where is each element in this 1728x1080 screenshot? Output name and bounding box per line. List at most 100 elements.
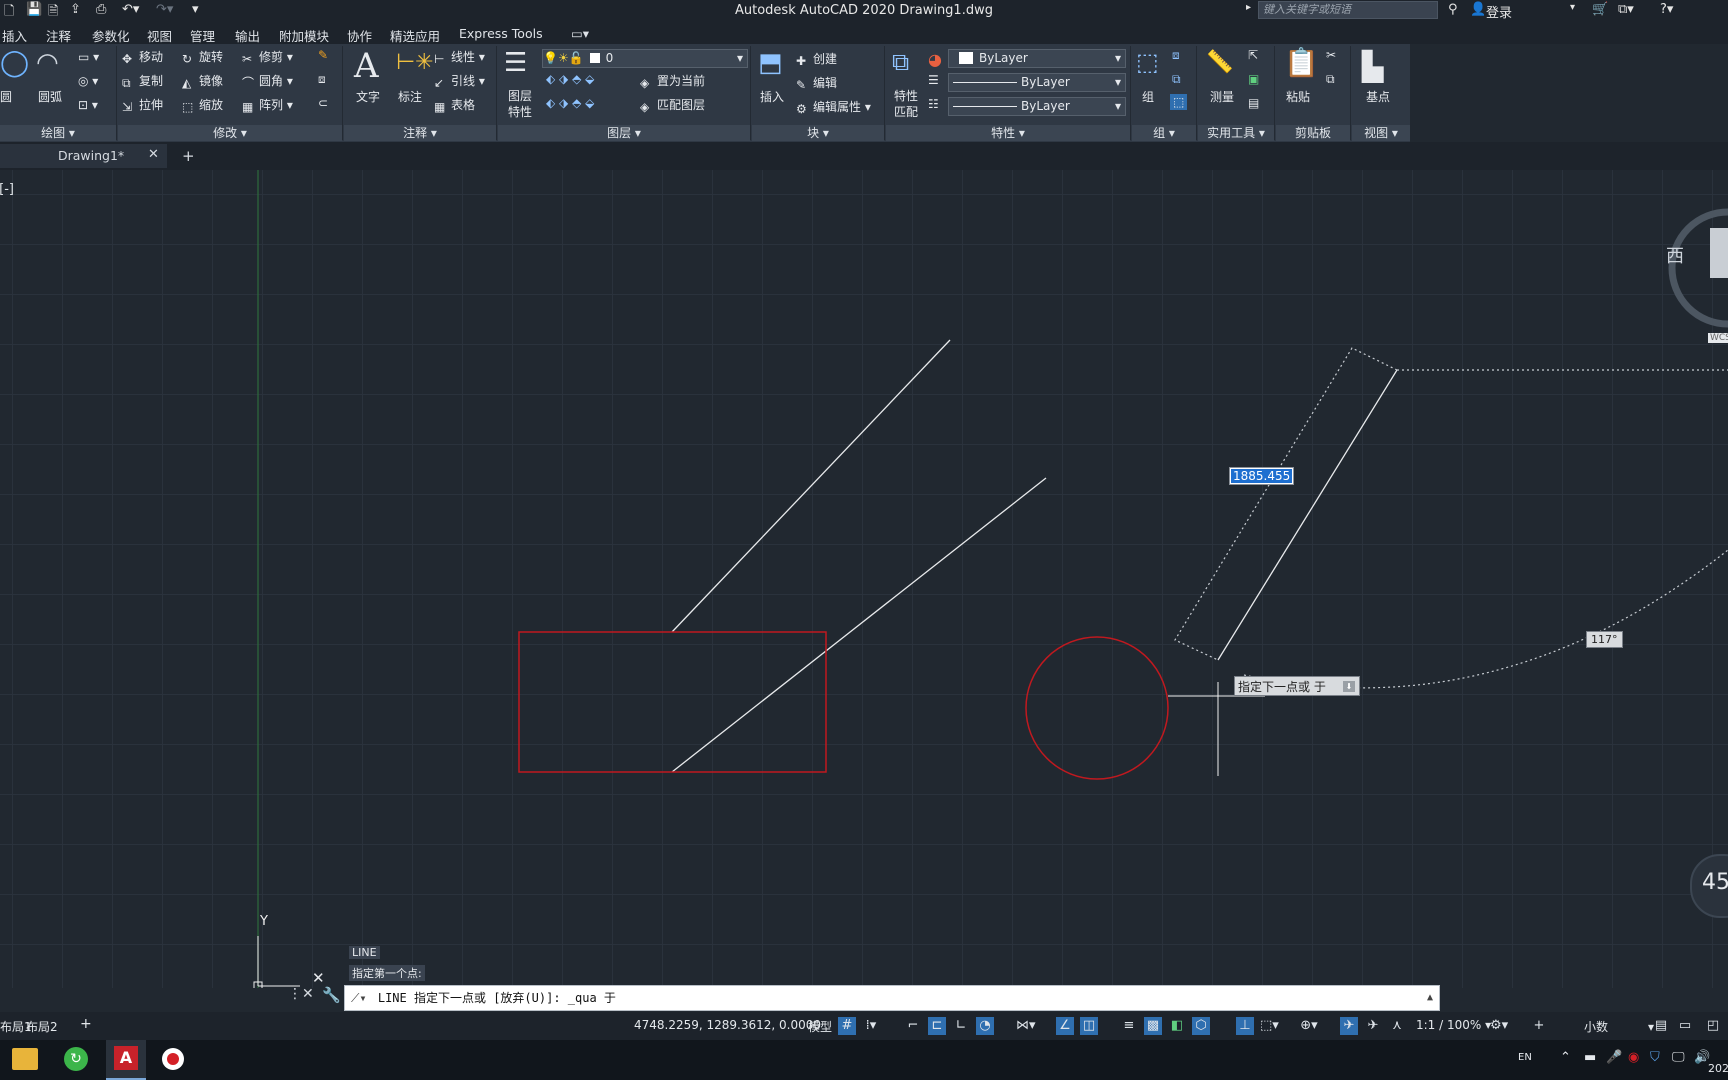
trim-button[interactable]: ✂ 修剪 ▾: [242, 48, 293, 66]
infer-constraints-icon[interactable]: ⌐: [904, 1017, 922, 1035]
model-space-toggle[interactable]: 模型: [808, 1018, 832, 1035]
close-icon[interactable]: ✕: [312, 969, 325, 987]
leader-button[interactable]: ↙ 引线 ▾: [434, 72, 485, 90]
text-button[interactable]: 文字: [356, 88, 380, 105]
snap-icon[interactable]: ⁞▾: [862, 1017, 880, 1035]
rectangle-entity[interactable]: [518, 631, 827, 773]
tab-featured-apps[interactable]: 精选应用: [390, 26, 440, 45]
dimension-button[interactable]: 标注: [398, 88, 422, 105]
layer-properties-icon[interactable]: ☰: [504, 48, 527, 78]
dynamic-input-icon[interactable]: ⊏: [928, 1017, 946, 1035]
dynamic-ucs-icon[interactable]: ⊥: [1236, 1017, 1254, 1035]
close-icon[interactable]: ✕: [148, 147, 159, 162]
a360-icon[interactable]: ⧉▾: [1618, 2, 1634, 17]
copy-clip-icon[interactable]: ⧉: [1326, 72, 1335, 87]
layer-tools-row1-icon[interactable]: ⬖ ⬗ ⬘ ⬙: [546, 72, 594, 86]
set-current-button[interactable]: ◈ 置为当前: [640, 72, 705, 90]
transparency-icon[interactable]: ▩: [1144, 1017, 1162, 1035]
cut-icon[interactable]: ✂: [1326, 48, 1336, 62]
units-dropdown[interactable]: 小数 ▾: [1584, 1018, 1654, 1035]
circle-entity[interactable]: [1025, 636, 1169, 780]
group-icon[interactable]: ⬚: [1136, 48, 1159, 76]
linear-button[interactable]: ⊢ 线性 ▾: [434, 48, 485, 66]
layer-properties-button[interactable]: 图层 特性: [504, 88, 536, 120]
ribbon-toggle-icon[interactable]: ▭▾: [571, 26, 589, 41]
login-link[interactable]: 登录: [1486, 2, 1512, 21]
group-button[interactable]: 组: [1142, 88, 1154, 105]
drawing-canvas[interactable]: [-][俯视][二维线框] 西 WCS 1885.455 117° 指定下一点或…: [0, 170, 1728, 988]
groups-panel-title[interactable]: 组 ▾: [1132, 125, 1196, 141]
network-icon[interactable]: 🖵: [1672, 1050, 1685, 1065]
clean-screen-icon[interactable]: ◰: [1704, 1017, 1722, 1035]
annotation-scale-icon[interactable]: ⋏: [1388, 1017, 1406, 1035]
clipboard-panel-title[interactable]: 剪贴板: [1276, 125, 1350, 141]
match-layer-button[interactable]: ◈ 匹配图层: [640, 96, 705, 114]
distance-input-box[interactable]: 1885.455: [1229, 467, 1295, 485]
wrench-icon[interactable]: 🔧: [322, 986, 341, 1004]
file-explorer-icon[interactable]: [12, 1048, 38, 1070]
annotation-panel-title[interactable]: 注释 ▾: [344, 125, 496, 141]
stretch-button[interactable]: ⇲ 拉伸: [122, 96, 163, 114]
grid-icon[interactable]: #: [838, 1017, 856, 1035]
tab-output[interactable]: 输出: [235, 26, 260, 45]
layer-tools-row2-icon[interactable]: ⬖ ⬗ ⬘ ⬙: [546, 96, 594, 110]
layout-tab-2[interactable]: 布局2: [26, 1018, 58, 1035]
layer-dropdown[interactable]: 💡☀🔓 0 ▾: [542, 49, 748, 68]
move-button[interactable]: ✥ 移动: [122, 48, 163, 66]
tab-annotate[interactable]: 注释: [46, 26, 71, 45]
autocad-taskbar-button[interactable]: A: [106, 1040, 146, 1080]
tray-expand-icon[interactable]: ⌃: [1560, 1050, 1571, 1065]
calculator-icon[interactable]: ▤: [1248, 96, 1259, 110]
help-icon[interactable]: ?▾: [1660, 2, 1673, 17]
circle-icon[interactable]: ◯: [0, 48, 29, 78]
annotation-monitor-icon[interactable]: +: [1530, 1017, 1548, 1035]
workspace-gear-icon[interactable]: ⚙▾: [1490, 1017, 1508, 1035]
measure-button[interactable]: 测量: [1210, 88, 1234, 105]
microphone-icon[interactable]: 🎤: [1606, 1050, 1622, 1065]
arc-button[interactable]: 圆弧: [38, 88, 62, 105]
edit-attributes-button[interactable]: ⚙ 编辑属性 ▾: [796, 98, 871, 116]
coordinates-readout[interactable]: 4748.2259, 1289.3612, 0.0000: [634, 1018, 821, 1032]
object-snap-icon[interactable]: ◫: [1080, 1017, 1098, 1035]
color-dropdown[interactable]: ByLayer ▾: [948, 49, 1126, 68]
select-similar-icon[interactable]: ▣: [1248, 72, 1259, 86]
browser-icon[interactable]: ↻: [64, 1047, 88, 1071]
command-line[interactable]: ⟋▾ LINE 指定下一点或 [放弃(U)]: _qua 于 ▲: [344, 985, 1440, 1011]
create-block-button[interactable]: ✚ 创建: [796, 50, 837, 68]
properties-panel-title[interactable]: 特性 ▾: [886, 125, 1130, 141]
boundary-icon[interactable]: ⊡ ▾: [78, 98, 98, 112]
group-edit-icon[interactable]: ⧉: [1172, 72, 1181, 87]
isodraft-icon[interactable]: ⋈▾: [1016, 1017, 1036, 1035]
tab-view[interactable]: 视图: [147, 26, 172, 45]
new-tab-button[interactable]: +: [182, 147, 195, 165]
explode-icon[interactable]: ⧈: [318, 72, 326, 87]
lineweight-dropdown[interactable]: ByLayer ▾: [948, 97, 1126, 116]
annotation-visibility-icon[interactable]: ✈: [1340, 1017, 1358, 1035]
distance-input[interactable]: 1885.455: [1231, 469, 1293, 483]
copy-button[interactable]: ⧉ 复制: [122, 72, 163, 90]
tab-collaborate[interactable]: 协作: [347, 26, 372, 45]
rectangle-icon[interactable]: ▭ ▾: [78, 50, 99, 64]
group-select-toggle[interactable]: ⬚: [1170, 94, 1188, 110]
chevron-up-icon[interactable]: ▲: [1427, 986, 1433, 1010]
tab-express-tools[interactable]: Express Tools: [459, 26, 543, 41]
lineweight-toggle-icon[interactable]: ≡: [1120, 1017, 1138, 1035]
gizmo-icon[interactable]: ⊕▾: [1300, 1017, 1318, 1035]
security-icon[interactable]: ⛉: [1650, 1050, 1660, 1065]
language-indicator[interactable]: EN: [1518, 1052, 1532, 1063]
rotate-button[interactable]: ↻ 旋转: [182, 48, 223, 66]
down-arrow-icon[interactable]: ⬇: [1343, 681, 1355, 692]
block-panel-title[interactable]: 块 ▾: [752, 125, 884, 141]
lock-ui-icon[interactable]: ▭: [1676, 1017, 1694, 1035]
tray-icon[interactable]: ▬: [1584, 1050, 1596, 1065]
binoculars-icon[interactable]: ⚲: [1448, 2, 1458, 17]
text-icon[interactable]: A: [354, 46, 379, 86]
tab-insert[interactable]: 插入: [2, 26, 27, 45]
arc-icon[interactable]: ◠: [36, 48, 59, 78]
mirror-button[interactable]: ◭ 镜像: [182, 72, 223, 90]
erase-icon[interactable]: ✎: [318, 48, 328, 62]
insert-block-icon[interactable]: ⬒: [758, 48, 783, 78]
viewcube-west-label[interactable]: 西: [1666, 242, 1684, 268]
match-properties-icon[interactable]: ⧉: [892, 48, 909, 76]
measure-icon[interactable]: 📏: [1206, 50, 1233, 75]
